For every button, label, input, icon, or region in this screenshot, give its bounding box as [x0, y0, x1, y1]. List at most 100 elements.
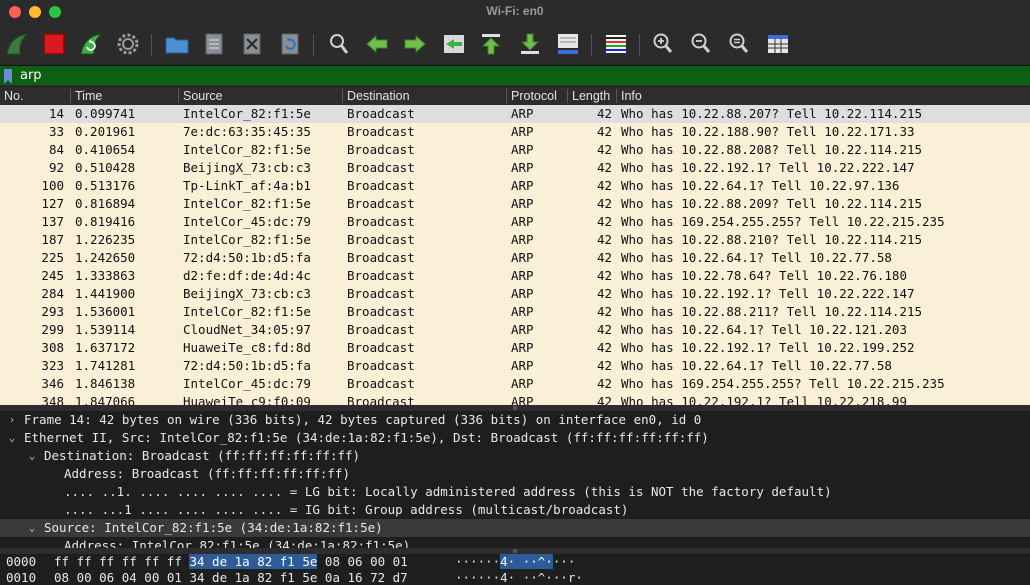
- packet-cell-time: 1.536001: [75, 304, 136, 319]
- packet-cell-time: 0.816894: [75, 196, 136, 211]
- packet-bytes-pane[interactable]: 0000 ff ff ff ff ff ff 34 de 1a 82 f1 5e …: [0, 554, 1030, 585]
- detail-tree-text: Destination: Broadcast (ff:ff:ff:ff:ff:f…: [44, 448, 361, 463]
- colorize-icon[interactable]: [602, 30, 630, 58]
- detail-tree-item[interactable]: ⌄ Destination: Broadcast (ff:ff:ff:ff:ff:…: [0, 447, 1030, 465]
- packet-row[interactable]: 33 0.201961 7e:dc:63:35:45:35 Broadcast ARP 4…: [0, 123, 1030, 141]
- packet-cell-length: 42: [596, 106, 612, 121]
- filter-bookmark-icon[interactable]: [4, 69, 12, 84]
- detail-tree-text: Source: IntelCor_82:f1:5e (34:de:1a:82:f…: [44, 520, 383, 535]
- packet-row[interactable]: 92 0.510428 BeijingX_73:cb:c3 Broadcast ARP 4…: [0, 159, 1030, 177]
- packet-cell-source: BeijingX_73:cb:c3: [183, 160, 311, 175]
- packet-row[interactable]: 225 1.242650 72:d4:50:1b:d5:fa Broadcast ARP…: [0, 249, 1030, 267]
- go-last-packet-icon[interactable]: [516, 30, 544, 58]
- bytes-ascii-segment: ···: [552, 554, 576, 569]
- detail-tree-item[interactable]: Address: Broadcast (ff:ff:ff:ff:ff:ff): [0, 465, 1030, 483]
- packet-cell-destination: Broadcast: [347, 142, 415, 157]
- packet-cell-no: 348: [41, 394, 64, 405]
- capture-options-gear-icon[interactable]: [114, 30, 142, 58]
- display-filter-input[interactable]: [18, 66, 1018, 85]
- zoom-in-icon[interactable]: [649, 30, 677, 58]
- packet-cell-time: 1.242650: [75, 250, 136, 265]
- packet-cell-destination: Broadcast: [347, 286, 415, 301]
- save-file-icon[interactable]: [200, 30, 228, 58]
- bytes-ascii[interactable]: ······4· ··^····: [455, 554, 575, 570]
- bytes-ascii[interactable]: ······4· ··^···r·: [455, 570, 583, 585]
- packet-cell-destination: Broadcast: [347, 232, 415, 247]
- packet-cell-protocol: ARP: [511, 358, 534, 373]
- packet-list[interactable]: No. Time Source Destination Protocol Len…: [0, 87, 1030, 405]
- packet-row[interactable]: 245 1.333863 d2:fe:df:de:4d:4c Broadcast ARP…: [0, 267, 1030, 285]
- packet-cell-no: 225: [41, 250, 64, 265]
- packet-row[interactable]: 308 1.637172 HuaweiTe_c8:fd:8d Broadcast ARP…: [0, 339, 1030, 357]
- column-header-length[interactable]: Length: [567, 89, 616, 103]
- column-header-protocol[interactable]: Protocol: [506, 89, 567, 103]
- packet-row[interactable]: 346 1.846138 IntelCor_45:dc:79 Broadcast ARP…: [0, 375, 1030, 393]
- go-back-icon[interactable]: [363, 30, 391, 58]
- packet-cell-length: 42: [596, 394, 612, 405]
- packet-row[interactable]: 323 1.741281 72:d4:50:1b:d5:fa Broadcast ARP…: [0, 357, 1030, 375]
- packet-row[interactable]: 127 0.816894 IntelCor_82:f1:5e Broadcast ARP…: [0, 195, 1030, 213]
- packet-cell-info: Who has 10.22.64.1? Tell 10.22.121.203: [621, 322, 907, 337]
- packet-cell-destination: Broadcast: [347, 214, 415, 229]
- packet-cell-info: Who has 169.254.255.255? Tell 10.22.215.…: [621, 376, 945, 391]
- column-header-info[interactable]: Info: [616, 89, 1030, 103]
- packet-cell-source: IntelCor_82:f1:5e: [183, 106, 311, 121]
- go-first-packet-icon[interactable]: [477, 30, 505, 58]
- bytes-hex[interactable]: 08 00 06 04 00 01 34 de 1a 82 f1 5e 0a 1…: [54, 570, 408, 585]
- column-header-time[interactable]: Time: [70, 89, 178, 103]
- packet-row[interactable]: 187 1.226235 IntelCor_82:f1:5e Broadcast ARP…: [0, 231, 1030, 249]
- packet-cell-info: Who has 10.22.88.207? Tell 10.22.114.215: [621, 106, 923, 121]
- collapse-arrow-icon[interactable]: ⌄: [26, 447, 38, 465]
- packet-row[interactable]: 299 1.539114 CloudNet_34:05:97 Broadcast ARP…: [0, 321, 1030, 339]
- detail-tree-item[interactable]: Address: IntelCor_82:f1:5e (34:de:1a:82:…: [0, 537, 1030, 548]
- bytes-hex-highlight: 34 de 1a 82 f1 5e: [189, 554, 318, 569]
- toolbar-separator: [151, 34, 152, 56]
- column-header-no[interactable]: No.: [0, 89, 70, 103]
- packet-cell-protocol: ARP: [511, 232, 534, 247]
- packet-cell-length: 42: [596, 268, 612, 283]
- restart-capture-icon[interactable]: [77, 30, 105, 58]
- stop-capture-icon[interactable]: [40, 30, 68, 58]
- find-packet-icon[interactable]: [325, 30, 353, 58]
- expand-arrow-icon[interactable]: ›: [6, 411, 18, 429]
- zoom-reset-icon[interactable]: [725, 30, 753, 58]
- packet-cell-protocol: ARP: [511, 268, 534, 283]
- detail-tree-item[interactable]: .... ..1. .... .... .... .... = LG bit: …: [0, 483, 1030, 501]
- packet-row[interactable]: 293 1.536001 IntelCor_82:f1:5e Broadcast ARP…: [0, 303, 1030, 321]
- collapse-arrow-icon[interactable]: ⌄: [6, 429, 18, 447]
- resize-columns-icon[interactable]: [764, 30, 792, 58]
- packet-cell-info: Who has 10.22.192.1? Tell 10.22.199.252: [621, 340, 915, 355]
- packet-cell-info: Who has 10.22.64.1? Tell 10.22.97.136: [621, 178, 900, 193]
- bytes-hex-segment: 08 06 00 01: [317, 554, 408, 569]
- packet-cell-no: 308: [41, 340, 64, 355]
- bytes-hex[interactable]: ff ff ff ff ff ff 34 de 1a 82 f1 5e 08 0…: [54, 554, 408, 570]
- packet-details-tree[interactable]: › Frame 14: 42 bytes on wire (336 bits), …: [0, 411, 1030, 548]
- packet-row[interactable]: 14 0.099741 IntelCor_82:f1:5e Broadcast ARP 4…: [0, 105, 1030, 123]
- detail-tree-item[interactable]: › Frame 14: 42 bytes on wire (336 bits), …: [0, 411, 1030, 429]
- auto-scroll-icon[interactable]: [554, 30, 582, 58]
- go-to-packet-icon[interactable]: [440, 30, 468, 58]
- packet-cell-no: 92: [48, 160, 64, 175]
- bytes-offset: 0010: [6, 570, 37, 585]
- collapse-arrow-icon[interactable]: ⌄: [26, 519, 38, 537]
- zoom-out-icon[interactable]: [687, 30, 715, 58]
- packet-row[interactable]: 137 0.819416 IntelCor_45:dc:79 Broadcast ARP…: [0, 213, 1030, 231]
- open-folder-icon[interactable]: [163, 30, 191, 58]
- shark-fin-start-icon[interactable]: [3, 30, 31, 58]
- packet-cell-time: 1.637172: [75, 340, 136, 355]
- column-header-destination[interactable]: Destination: [342, 89, 506, 103]
- reload-file-icon[interactable]: [276, 30, 304, 58]
- detail-tree-item[interactable]: ⌄ Source: IntelCor_82:f1:5e (34:de:1a:82:…: [0, 519, 1030, 537]
- packet-row[interactable]: 348 1.847066 HuaweiTe_c9:f0:09 Broadcast ARP…: [0, 393, 1030, 405]
- detail-tree-item[interactable]: ⌄ Ethernet II, Src: IntelCor_82:f1:5e (34…: [0, 429, 1030, 447]
- detail-tree-item[interactable]: .... ...1 .... .... .... .... = IG bit: …: [0, 501, 1030, 519]
- packet-cell-source: IntelCor_82:f1:5e: [183, 232, 311, 247]
- go-forward-icon[interactable]: [401, 30, 429, 58]
- packet-row[interactable]: 100 0.513176 Tp-LinkT_af:4a:b1 Broadcast ARP…: [0, 177, 1030, 195]
- close-file-icon[interactable]: [238, 30, 266, 58]
- bytes-hex-segment: 08 00 06 04 00 01 34 de 1a 82 f1 5e 0a 1…: [54, 570, 408, 585]
- packet-row[interactable]: 284 1.441900 BeijingX_73:cb:c3 Broadcast ARP…: [0, 285, 1030, 303]
- column-header-source[interactable]: Source: [178, 89, 342, 103]
- packet-cell-destination: Broadcast: [347, 376, 415, 391]
- packet-row[interactable]: 84 0.410654 IntelCor_82:f1:5e Broadcast ARP 4…: [0, 141, 1030, 159]
